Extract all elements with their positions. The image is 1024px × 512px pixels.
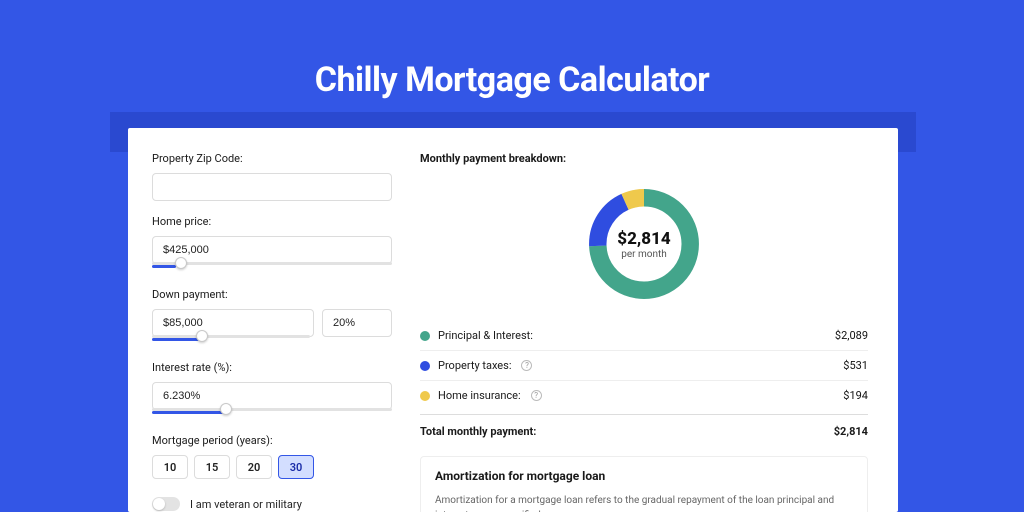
legend-label: Principal & Interest: bbox=[438, 329, 533, 342]
period-option-15[interactable]: 15 bbox=[194, 455, 230, 479]
interest-slider[interactable] bbox=[152, 410, 392, 420]
zip-field: Property Zip Code: bbox=[152, 152, 392, 201]
period-option-10[interactable]: 10 bbox=[152, 455, 188, 479]
down-payment-label: Down payment: bbox=[152, 288, 392, 301]
amortization-body: Amortization for a mortgage loan refers … bbox=[435, 493, 853, 512]
period-field: Mortgage period (years): 10152030 bbox=[152, 434, 392, 479]
legend-value: $2,089 bbox=[835, 329, 868, 342]
donut-sub: per month bbox=[621, 249, 667, 260]
form-panel: Property Zip Code: Home price: Down paym… bbox=[152, 152, 392, 512]
total-label: Total monthly payment: bbox=[420, 425, 536, 438]
home-price-slider[interactable] bbox=[152, 264, 392, 274]
legend-value: $531 bbox=[843, 359, 868, 372]
veteran-label: I am veteran or military bbox=[190, 498, 302, 511]
donut-value: $2,814 bbox=[617, 229, 670, 249]
zip-input[interactable] bbox=[152, 173, 392, 201]
period-option-20[interactable]: 20 bbox=[236, 455, 272, 479]
legend-row: Home insurance:? $194 bbox=[420, 381, 868, 410]
amortization-title: Amortization for mortgage loan bbox=[435, 469, 853, 483]
period-label: Mortgage period (years): bbox=[152, 434, 392, 447]
breakdown-panel: Monthly payment breakdown: $2,814 per mo… bbox=[420, 152, 868, 512]
down-payment-field: Down payment: bbox=[152, 288, 392, 347]
interest-field: Interest rate (%): bbox=[152, 361, 392, 420]
info-icon[interactable]: ? bbox=[531, 390, 542, 401]
period-option-30[interactable]: 30 bbox=[278, 455, 314, 479]
total-row: Total monthly payment: $2,814 bbox=[420, 414, 868, 438]
legend-row: Principal & Interest: $2,089 bbox=[420, 321, 868, 351]
veteran-toggle[interactable] bbox=[152, 497, 180, 511]
legend-value: $194 bbox=[843, 389, 868, 402]
donut-chart: $2,814 per month bbox=[420, 175, 868, 321]
legend-row: Property taxes:? $531 bbox=[420, 351, 868, 381]
interest-label: Interest rate (%): bbox=[152, 361, 392, 374]
legend-dot bbox=[420, 361, 430, 371]
breakdown-title: Monthly payment breakdown: bbox=[420, 152, 868, 165]
calculator-card: Property Zip Code: Home price: Down paym… bbox=[128, 128, 898, 512]
legend-dot bbox=[420, 391, 430, 401]
legend-label: Home insurance: bbox=[438, 389, 521, 402]
info-icon[interactable]: ? bbox=[521, 360, 532, 371]
down-payment-input[interactable] bbox=[152, 309, 314, 337]
down-payment-pct-input[interactable] bbox=[322, 309, 392, 337]
home-price-field: Home price: bbox=[152, 215, 392, 274]
total-value: $2,814 bbox=[834, 425, 868, 438]
veteran-row: I am veteran or military bbox=[152, 497, 392, 511]
amortization-panel: Amortization for mortgage loan Amortizat… bbox=[420, 456, 868, 512]
legend-label: Property taxes: bbox=[438, 359, 511, 372]
home-price-input[interactable] bbox=[152, 236, 392, 264]
interest-input[interactable] bbox=[152, 382, 392, 410]
down-payment-slider[interactable] bbox=[152, 337, 310, 347]
page-title: Chilly Mortgage Calculator bbox=[0, 0, 1024, 100]
legend-dot bbox=[420, 331, 430, 341]
zip-label: Property Zip Code: bbox=[152, 152, 392, 165]
home-price-label: Home price: bbox=[152, 215, 392, 228]
